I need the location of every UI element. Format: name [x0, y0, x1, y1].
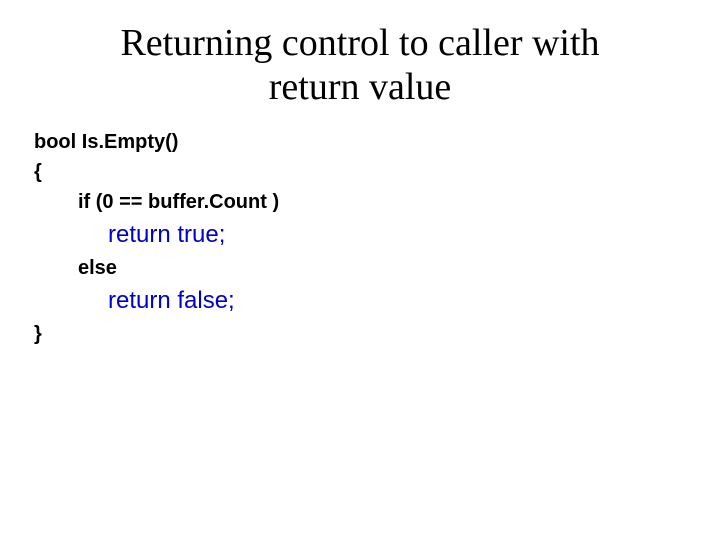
code-line-else: else — [34, 253, 720, 283]
code-line-open-brace: { — [34, 157, 720, 187]
title-line-2: return value — [269, 66, 452, 108]
code-line-signature: bool Is.Empty() — [34, 127, 720, 157]
code-line-if: if (0 == buffer.Count ) — [34, 187, 720, 217]
code-line-close-brace: } — [34, 319, 720, 349]
code-line-return-false: return false; — [34, 283, 720, 319]
slide-title: Returning control to caller with return … — [0, 0, 720, 119]
code-line-return-true: return true; — [34, 217, 720, 253]
code-block: bool Is.Empty() { if (0 == buffer.Count … — [0, 119, 720, 349]
title-line-1: Returning control to caller with — [120, 22, 599, 64]
slide: Returning control to caller with return … — [0, 0, 720, 540]
